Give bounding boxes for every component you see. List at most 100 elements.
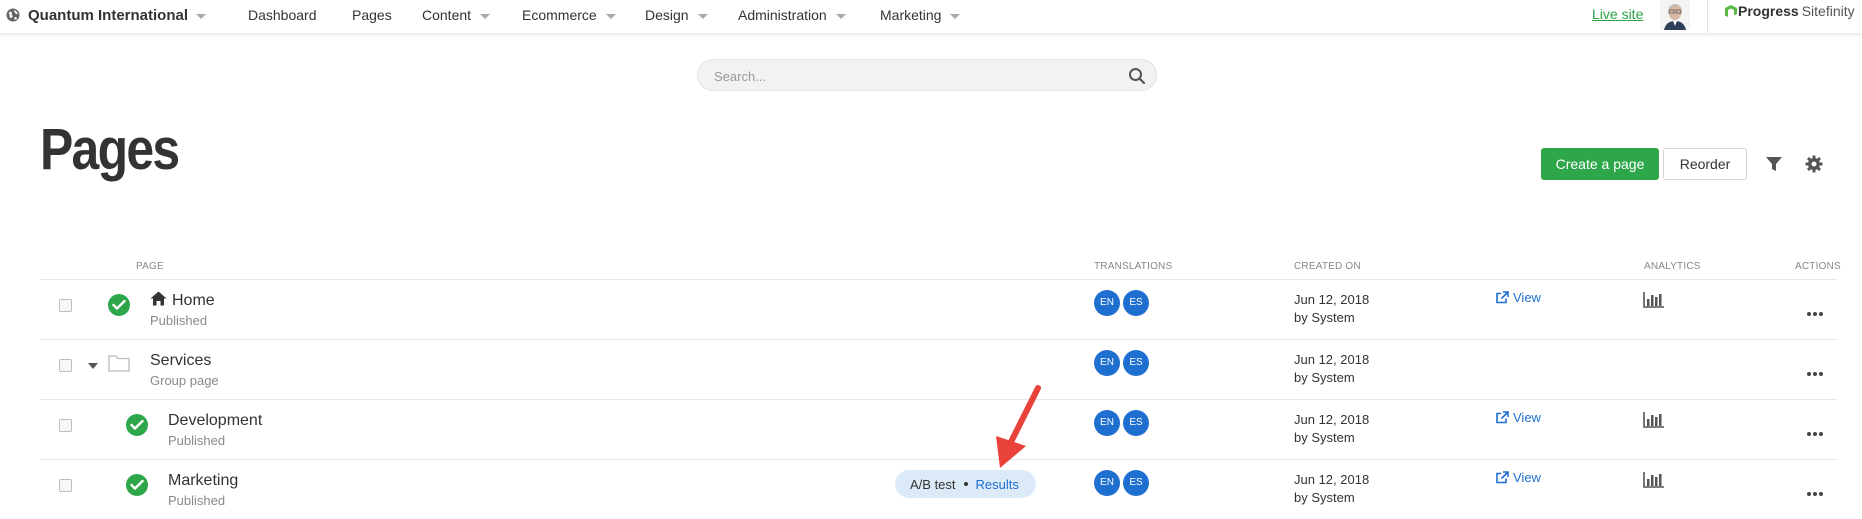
published-status-icon <box>126 474 148 496</box>
ab-test-badge: A/B test Results <box>895 470 1036 498</box>
created-on-cell: Jun 12, 2018 by System <box>1294 291 1369 327</box>
folder-icon <box>108 355 130 372</box>
more-actions-icon[interactable] <box>1807 303 1827 316</box>
live-site-link[interactable]: Live site <box>1592 6 1643 22</box>
chevron-down-icon <box>196 13 207 19</box>
view-label: View <box>1513 290 1541 305</box>
page-name-link[interactable]: Marketing <box>168 472 238 490</box>
home-icon <box>150 291 167 306</box>
chevron-down-icon <box>950 13 961 19</box>
view-label: View <box>1513 410 1541 425</box>
language-badge-es[interactable]: ES <box>1123 470 1149 496</box>
divider <box>1707 0 1708 33</box>
ab-test-label: A/B test <box>910 476 956 492</box>
language-badge-en[interactable]: EN <box>1094 350 1120 376</box>
language-badge-en[interactable]: EN <box>1094 290 1120 316</box>
view-link[interactable]: View <box>1495 410 1541 425</box>
created-date: Jun 12, 2018 <box>1294 352 1370 367</box>
page-name-link[interactable]: Home <box>172 292 215 310</box>
analytics-bar-chart-icon[interactable] <box>1643 471 1665 489</box>
column-header-analytics: ANALYTICS <box>1644 261 1701 272</box>
column-header-translations: TRANSLATIONS <box>1094 261 1173 272</box>
gear-icon[interactable] <box>1804 154 1824 174</box>
globe-icon <box>6 8 20 22</box>
page-status-text: Published <box>150 313 208 328</box>
page-status-text: Published <box>168 493 226 508</box>
chevron-down-icon <box>605 13 616 19</box>
external-link-icon <box>1496 291 1509 304</box>
logo-text-progress: Progress <box>1738 3 1799 19</box>
page-status-text: Group page <box>150 373 219 388</box>
column-header-actions: ACTIONS <box>1795 261 1841 272</box>
search-input[interactable] <box>714 67 1114 85</box>
filter-icon[interactable] <box>1765 155 1783 173</box>
nav-label: Design <box>645 7 689 23</box>
nav-content[interactable]: Content <box>422 5 491 25</box>
row-checkbox[interactable] <box>59 359 72 372</box>
analytics-bar-chart-icon[interactable] <box>1643 411 1665 429</box>
ab-test-results-link[interactable]: Results <box>976 477 1019 492</box>
top-navigation-bar: Quantum International Dashboard Pages Co… <box>0 0 1862 34</box>
more-actions-icon[interactable] <box>1807 483 1827 496</box>
page-status-text: Published <box>168 433 226 448</box>
created-by: by System <box>1294 310 1355 325</box>
avatar[interactable] <box>1660 0 1690 30</box>
chevron-down-icon <box>697 13 708 19</box>
chevron-down-icon <box>835 13 846 19</box>
site-selector[interactable]: Quantum International <box>6 5 207 25</box>
nav-label: Pages <box>352 7 392 23</box>
created-by: by System <box>1294 430 1355 445</box>
table-row: Services Group page EN ES Jun 12, 2018 b… <box>40 339 1837 399</box>
created-by: by System <box>1294 490 1355 505</box>
search-icon[interactable] <box>1128 67 1146 85</box>
progress-logo-icon <box>1725 5 1737 17</box>
external-link-icon <box>1496 471 1509 484</box>
created-date: Jun 12, 2018 <box>1294 412 1370 427</box>
nav-label: Ecommerce <box>522 7 597 23</box>
row-checkbox[interactable] <box>59 479 72 492</box>
more-actions-icon[interactable] <box>1807 423 1827 436</box>
nav-administration[interactable]: Administration <box>738 5 846 25</box>
created-on-cell: Jun 12, 2018 by System <box>1294 351 1369 387</box>
created-on-cell: Jun 12, 2018 by System <box>1294 471 1369 507</box>
page-name-link[interactable]: Services <box>150 352 211 370</box>
view-label: View <box>1513 470 1541 485</box>
published-status-icon <box>126 414 148 436</box>
site-name: Quantum International <box>28 6 189 24</box>
view-link[interactable]: View <box>1495 290 1541 305</box>
row-checkbox[interactable] <box>59 419 72 432</box>
nav-ecommerce[interactable]: Ecommerce <box>522 5 616 25</box>
created-date: Jun 12, 2018 <box>1294 292 1370 307</box>
created-date: Jun 12, 2018 <box>1294 472 1370 487</box>
page-name-link[interactable]: Development <box>168 412 262 430</box>
row-checkbox[interactable] <box>59 299 72 312</box>
search-box[interactable] <box>697 59 1157 91</box>
chevron-down-icon <box>480 13 491 19</box>
nav-pages[interactable]: Pages <box>352 5 392 25</box>
page-title: Pages <box>40 117 180 182</box>
nav-label: Dashboard <box>248 7 317 23</box>
analytics-bar-chart-icon[interactable] <box>1643 291 1665 309</box>
view-link[interactable]: View <box>1495 470 1541 485</box>
language-badge-es[interactable]: ES <box>1123 350 1149 376</box>
more-actions-icon[interactable] <box>1807 363 1827 376</box>
create-page-button[interactable]: Create a page <box>1541 148 1659 180</box>
table-row: Home Published EN ES Jun 12, 2018 by Sys… <box>40 279 1837 339</box>
nav-label: Content <box>422 7 472 23</box>
language-badge-en[interactable]: EN <box>1094 470 1120 496</box>
column-header-page: PAGE <box>136 261 164 272</box>
expand-chevron-icon[interactable] <box>88 363 98 369</box>
progress-sitefinity-logo: Progress Sitefinity <box>1724 3 1855 19</box>
table-row: Development Published EN ES Jun 12, 2018… <box>40 399 1837 459</box>
nav-dashboard[interactable]: Dashboard <box>248 5 317 25</box>
language-badge-en[interactable]: EN <box>1094 410 1120 436</box>
language-badge-es[interactable]: ES <box>1123 290 1149 316</box>
reorder-button[interactable]: Reorder <box>1663 148 1747 180</box>
nav-label: Administration <box>738 7 827 23</box>
language-badge-es[interactable]: ES <box>1123 410 1149 436</box>
separator-dot <box>963 482 968 486</box>
nav-design[interactable]: Design <box>645 5 708 25</box>
nav-marketing[interactable]: Marketing <box>880 5 961 25</box>
nav-label: Marketing <box>880 7 942 23</box>
external-link-icon <box>1496 411 1509 424</box>
